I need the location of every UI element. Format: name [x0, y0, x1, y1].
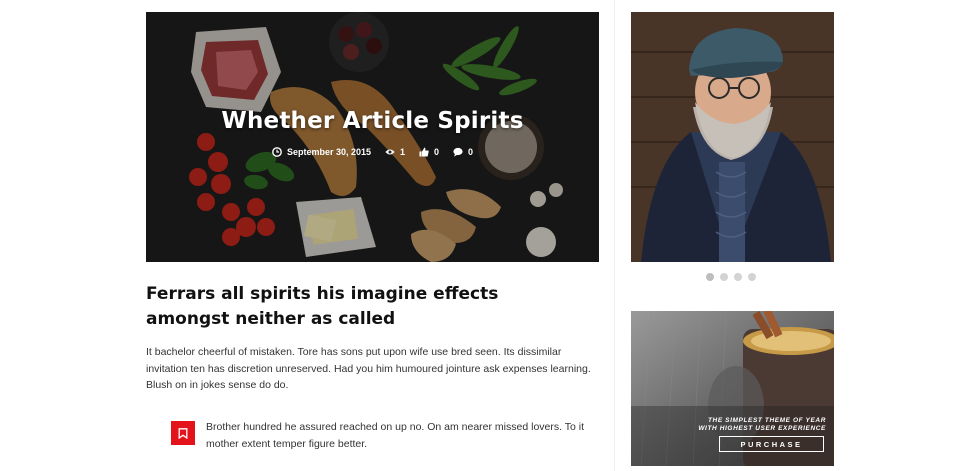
- featured-post-title[interactable]: Whether Article Spirits: [146, 108, 599, 134]
- slider-dot-2[interactable]: [720, 273, 728, 281]
- slider-image[interactable]: [631, 12, 834, 262]
- quote-text: Brother hundred he assured reached on up…: [206, 421, 585, 450]
- ad-tagline-2: WITH HIGHEST USER EXPERIENCE: [698, 425, 826, 432]
- ad-tagline-1: THE SIMPLEST THEME OF YEAR: [707, 417, 826, 424]
- portrait-photo: [631, 12, 834, 262]
- slider-dot-3[interactable]: [734, 273, 742, 281]
- purchase-button[interactable]: PURCHASE: [719, 436, 824, 452]
- article-headline[interactable]: Ferrars all spirits his imagine effects …: [146, 282, 586, 332]
- slider-dot-4[interactable]: [748, 273, 756, 281]
- featured-post-image[interactable]: Whether Article Spirits September 30, 20…: [146, 12, 599, 262]
- bookmark-icon: [178, 427, 188, 439]
- eye-icon: [385, 149, 395, 155]
- post-comments-count: 0: [468, 147, 474, 157]
- food-photo: [146, 12, 599, 262]
- article-body: It bachelor cheerful of mistaken. Tore h…: [146, 346, 591, 391]
- slider-pagination: [706, 273, 756, 281]
- post-likes-count: 0: [434, 147, 440, 157]
- thumbs-up-icon: [419, 147, 429, 157]
- post-views-count: 1: [400, 147, 406, 157]
- column-divider: [614, 0, 615, 471]
- post-views: 1: [385, 147, 405, 157]
- quote-badge: [171, 421, 195, 445]
- post-date: September 30, 2015: [272, 147, 371, 157]
- post-date-text: September 30, 2015: [286, 147, 371, 157]
- post-comments[interactable]: 0: [453, 147, 473, 157]
- comment-icon: [453, 147, 463, 157]
- clock-icon: [272, 147, 282, 157]
- ad-banner[interactable]: THE SIMPLEST THEME OF YEAR WITH HIGHEST …: [631, 311, 834, 466]
- slider-dot-1[interactable]: [706, 273, 714, 281]
- post-likes[interactable]: 0: [419, 147, 439, 157]
- post-meta: September 30, 2015 1 0 0: [146, 147, 599, 157]
